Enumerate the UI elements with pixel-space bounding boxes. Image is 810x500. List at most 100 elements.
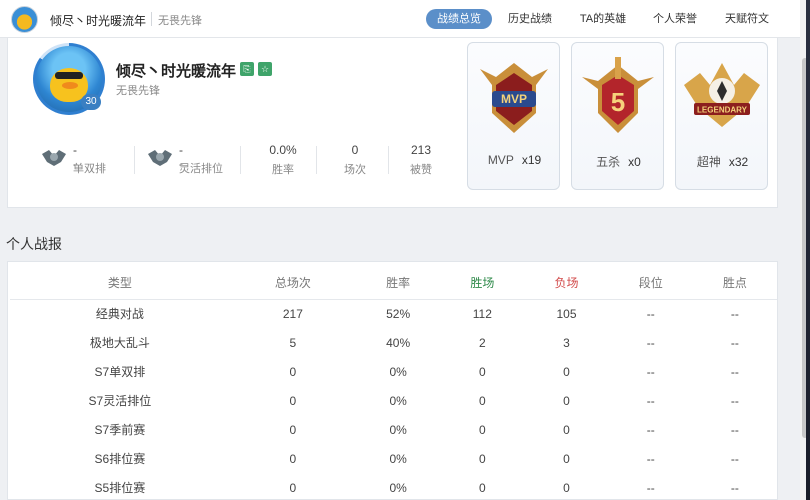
svg-text:5: 5: [611, 87, 625, 117]
svg-text:MVP: MVP: [501, 92, 527, 106]
cell-tier: --: [646, 393, 655, 408]
section-title: 个人战报: [6, 236, 62, 252]
top-bar: 倾尽丶时光暖流年 无畏先锋 战绩总览 历史战绩 TA的英雄 个人荣誉 天赋符文: [0, 0, 800, 38]
cell-lp: --: [730, 335, 739, 350]
cell-total: 0: [289, 393, 297, 408]
cell-wins: 112: [472, 306, 492, 321]
stat-games-label: 场次: [344, 164, 366, 176]
report-table-card: 类型 总场次 胜率 胜场 负场 段位 胜点 经典对战 217 52% 112 1…: [7, 261, 778, 500]
level-badge: 30: [81, 94, 101, 110]
stat-winrate-value: 0.0%: [269, 143, 297, 157]
cell-lp: --: [730, 306, 739, 321]
tab-history[interactable]: 历史战绩: [500, 9, 560, 29]
honor-legendary-label: 超神 x32: [696, 155, 749, 169]
cell-type: S5排位赛: [94, 481, 146, 495]
honor-pentakill-label: 五杀 x0: [596, 155, 641, 169]
cell-total: 217: [282, 306, 303, 321]
cell-winrate: 0%: [389, 422, 407, 437]
player-name: 倾尽丶时光暖流年: [116, 63, 237, 80]
tab-overview[interactable]: 战绩总览: [426, 9, 492, 29]
table-row[interactable]: S6排位赛 0 0% 0 0 -- --: [10, 444, 777, 473]
rank-emblem-icon: [42, 150, 66, 166]
stat-games-value: 0: [351, 143, 359, 157]
cell-wins: 2: [478, 335, 486, 350]
table-row[interactable]: 极地大乱斗 5 40% 2 3 -- --: [10, 328, 777, 357]
honor-card-legendary[interactable]: LEGENDARY 超神 x32: [675, 42, 768, 190]
rank-solo-label: 单双排: [73, 163, 106, 175]
cell-wins: 0: [478, 364, 486, 379]
cell-winrate: 0%: [389, 480, 407, 495]
cell-winrate: 40%: [386, 335, 411, 350]
honor-card-mvp[interactable]: MVP MVP x19: [467, 42, 560, 190]
honor-mvp-label: MVP x19: [487, 153, 542, 167]
tab-honor[interactable]: 个人荣誉: [646, 9, 704, 29]
cell-total: 0: [289, 480, 297, 495]
col-winrate: 胜率: [386, 275, 411, 290]
stat-winrate: 0.0% 胜率: [263, 143, 303, 177]
star-icon[interactable]: ☆: [258, 62, 272, 76]
tab-heroes[interactable]: TA的英雄: [572, 9, 634, 29]
cell-losses: 0: [563, 480, 570, 495]
cell-winrate: 0%: [389, 364, 407, 379]
honor-card-pentakill[interactable]: 5 五杀 x0: [571, 42, 664, 190]
cell-wins: 0: [478, 422, 486, 437]
cell-type: 极地大乱斗: [89, 336, 150, 350]
profile-card: 30 倾尽丶时光暖流年 ⎘ ☆ 无畏先锋 -- 单双排 -- 灵活排位 0.0%…: [7, 38, 778, 208]
cell-lp: --: [730, 451, 739, 466]
nav-tabs: 战绩总览 历史战绩 TA的英雄 个人荣誉 天赋符文: [0, 9, 800, 29]
cell-wins: 0: [478, 480, 486, 495]
copy-icon[interactable]: ⎘: [240, 62, 254, 76]
stat-winrate-label: 胜率: [272, 164, 294, 176]
stat-games: 0 场次: [338, 143, 372, 177]
tab-runes[interactable]: 天赋符文: [718, 9, 776, 29]
cell-type: S7季前赛: [94, 423, 146, 437]
cell-tier: --: [646, 480, 655, 495]
cell-total: 0: [289, 451, 297, 466]
table-header-row: 类型 总场次 胜率 胜场 负场 段位 胜点: [10, 266, 777, 299]
pentakill-badge-icon: 5: [582, 57, 654, 133]
rank-flex-label: 灵活排位: [179, 163, 223, 175]
cell-lp: --: [730, 364, 739, 379]
mvp-badge-icon: MVP: [480, 63, 548, 133]
col-wins: 胜场: [470, 275, 495, 290]
cell-wins: 0: [478, 393, 486, 408]
cell-type: S7单双排: [94, 365, 146, 379]
cell-type: S7灵活排位: [88, 394, 152, 408]
col-type: 类型: [107, 275, 132, 290]
cell-lp: --: [730, 393, 739, 408]
table-row[interactable]: S7单双排 0 0% 0 0 -- --: [10, 357, 777, 386]
cell-winrate: 0%: [389, 451, 407, 466]
cell-type: 经典对战: [95, 307, 144, 322]
cell-type: S6排位赛: [94, 452, 146, 466]
col-total: 总场次: [274, 275, 311, 290]
cell-tier: --: [646, 451, 655, 466]
cell-lp: --: [730, 480, 739, 495]
rank-emblem-icon: [148, 150, 172, 166]
cell-losses: 0: [563, 422, 570, 437]
table-row[interactable]: S7季前赛 0 0% 0 0 -- --: [10, 415, 777, 444]
legendary-badge-icon: LEGENDARY: [684, 63, 760, 127]
cell-total: 0: [289, 364, 297, 379]
cell-losses: 105: [556, 306, 577, 321]
cell-tier: --: [646, 335, 655, 350]
cell-wins: 0: [478, 451, 486, 466]
window-edge: [806, 0, 810, 500]
svg-text:LEGENDARY: LEGENDARY: [697, 106, 748, 115]
stat-likes: 213 被赞: [404, 143, 438, 177]
cell-losses: 3: [563, 335, 570, 350]
table-row[interactable]: S5排位赛 0 0% 0 0 -- --: [10, 473, 777, 500]
table-row[interactable]: S7灵活排位 0 0% 0 0 -- --: [10, 386, 777, 415]
divider: [388, 146, 389, 174]
cell-total: 5: [289, 335, 297, 350]
stat-likes-label: 被赞: [410, 164, 432, 176]
divider: [134, 146, 135, 174]
divider: [240, 146, 241, 174]
table-row[interactable]: 经典对战 217 52% 112 105 -- --: [10, 299, 777, 328]
report-table: 类型 总场次 胜率 胜场 负场 段位 胜点 经典对战 217 52% 112 1…: [10, 266, 777, 500]
stat-likes-value: 213: [410, 143, 432, 157]
cell-winrate: 0%: [389, 393, 407, 408]
cell-tier: --: [646, 364, 655, 379]
cell-lp: --: [730, 422, 739, 437]
cell-losses: 0: [563, 451, 570, 466]
cell-tier: --: [646, 422, 655, 437]
